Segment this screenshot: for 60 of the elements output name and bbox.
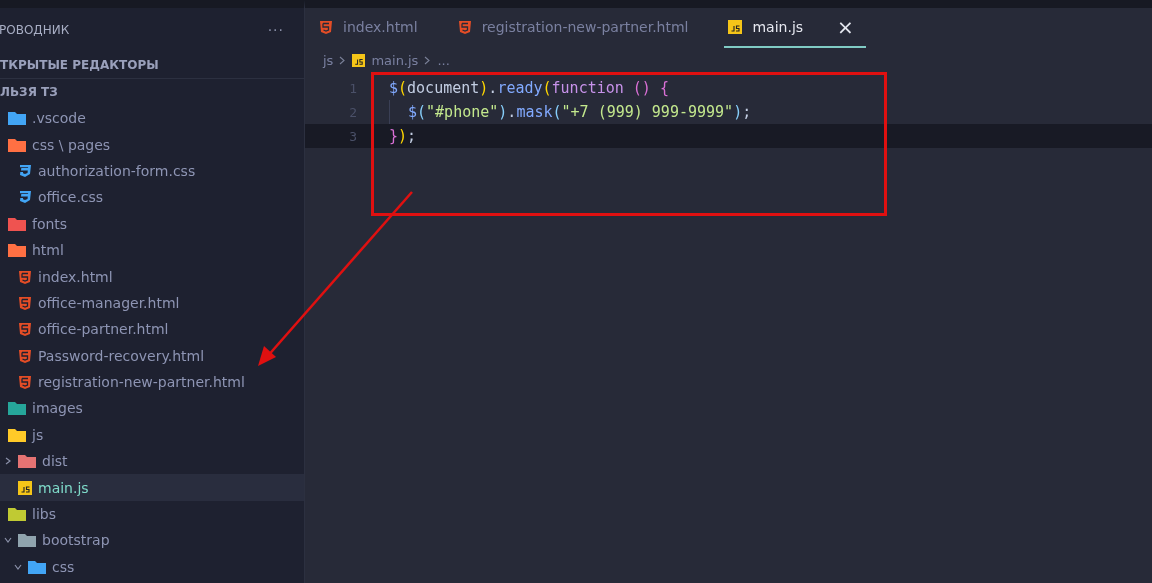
tree-item[interactable]: office-partner.html (0, 316, 304, 343)
breadcrumb-item[interactable]: js (323, 52, 334, 68)
tree-item[interactable]: dist (0, 448, 304, 475)
tree-item[interactable]: css \ pages (0, 131, 304, 158)
css-file-icon (18, 190, 32, 205)
html5-file-icon (18, 269, 32, 284)
chevron-icon (424, 55, 432, 65)
js-file-icon (18, 480, 32, 495)
html5-file-icon (319, 20, 333, 34)
folder-icon (28, 559, 46, 574)
editor-tab[interactable]: registration-new-partner.html (453, 8, 707, 48)
section-header[interactable]: ТКРЫТЫЕ РЕДАКТОРЫ (0, 58, 159, 72)
html5-file-icon (457, 20, 472, 34)
editor-tab[interactable]: index.html (315, 8, 436, 48)
css-file-icon (18, 163, 32, 178)
html5-file-icon (18, 322, 32, 337)
js-file-icon (352, 53, 366, 67)
breadcrumb-item[interactable]: main.js (371, 52, 419, 68)
tree-item[interactable]: fonts (0, 210, 304, 237)
tree-item[interactable]: office-manager.html (0, 289, 304, 317)
code-line: }); (389, 127, 417, 145)
chevron-icon (14, 562, 22, 571)
folder-icon (18, 454, 36, 469)
folder-icon (8, 243, 26, 258)
section-header[interactable]: ЛЬЗЯ ТЗ (0, 85, 58, 99)
html5-file-icon (18, 375, 32, 390)
tree-item[interactable]: bootstrap (0, 527, 304, 554)
folder-icon (8, 111, 26, 126)
tree-item[interactable]: .vscode (0, 105, 304, 132)
chevron-icon (339, 55, 347, 65)
close-tab-button[interactable]: × (837, 15, 854, 39)
line-number: 3 (348, 128, 358, 144)
tree-item[interactable]: Password-recovery.html (0, 342, 304, 369)
chevron-icon (4, 536, 12, 545)
folder-icon (18, 533, 36, 548)
tree-item[interactable]: js (0, 421, 304, 449)
more-actions-button[interactable]: ··· (267, 22, 284, 38)
folder-icon (8, 507, 26, 522)
explorer-title: РОВОДНИК (0, 23, 70, 37)
chevron-icon (4, 457, 12, 466)
tree-item[interactable]: registration-new-partner.html (0, 368, 304, 396)
code-line: $(document).ready(function () { (389, 79, 669, 97)
html5-file-icon (18, 295, 32, 310)
breadcrumb-item[interactable]: ... (437, 52, 450, 68)
code-line: $("#phone").mask("+7 (999) 999-9999"); (408, 103, 752, 121)
tree-item[interactable]: css (0, 553, 304, 581)
js-file-icon (728, 20, 743, 34)
tree-item[interactable]: index.html (0, 263, 304, 290)
folder-icon (8, 216, 26, 231)
tree-item[interactable]: libs (0, 500, 304, 528)
tree-item[interactable]: images (0, 395, 304, 422)
editor-tab[interactable]: main.js × (724, 8, 866, 48)
tree-item[interactable]: office.css (0, 184, 304, 211)
folder-icon (8, 401, 26, 416)
folder-icon (8, 137, 26, 152)
tree-item[interactable]: html (0, 236, 304, 264)
tree-item[interactable]: authorization-form.css (0, 157, 304, 185)
folder-icon (8, 427, 26, 442)
tree-item[interactable]: main.js (0, 474, 304, 501)
html5-file-icon (18, 348, 32, 363)
